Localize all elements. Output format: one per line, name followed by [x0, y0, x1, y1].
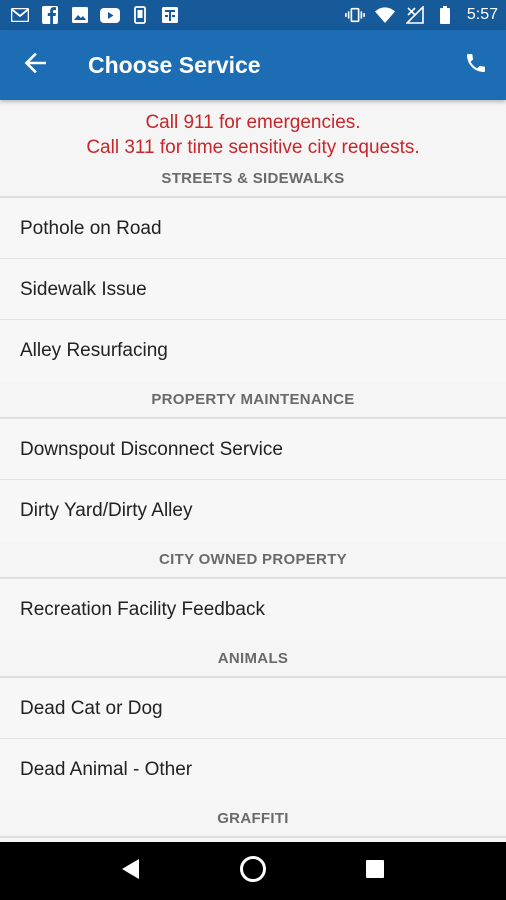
notification-icons	[10, 5, 180, 25]
back-triangle-icon	[121, 858, 141, 885]
section-header-graffiti: GRAFFITI	[0, 800, 506, 838]
phone-icon	[464, 51, 488, 80]
notice-line-911: Call 911 for emergencies.	[145, 112, 361, 133]
call-button[interactable]	[446, 30, 506, 100]
list-item-downspout-disconnect[interactable]: Downspout Disconnect Service	[0, 419, 506, 480]
section-header-animals: ANIMALS	[0, 640, 506, 678]
list-item-dirty-yard-alley[interactable]: Dirty Yard/Dirty Alley	[0, 480, 506, 541]
recents-square-icon	[365, 859, 385, 884]
section-header-streets-sidewalks: STREETS & SIDEWALKS	[0, 160, 506, 198]
status-bar: 5:57	[0, 0, 506, 30]
system-icons: 5:57	[344, 5, 498, 25]
no-signal-icon	[405, 5, 425, 25]
screen: 5:57 Choose Service Call 911 for emergen…	[0, 0, 506, 900]
nav-back-button[interactable]	[106, 846, 156, 896]
list-item-alley-resurfacing[interactable]: Alley Resurfacing	[0, 320, 506, 381]
home-circle-icon	[239, 855, 267, 888]
arrow-back-icon	[24, 52, 47, 78]
navigation-bar	[0, 842, 506, 900]
wifi-icon	[374, 5, 395, 25]
section-header-property-maintenance: PROPERTY MAINTENANCE	[0, 381, 506, 419]
battery-icon	[435, 5, 455, 25]
list-item-dead-animal-other[interactable]: Dead Animal - Other	[0, 739, 506, 800]
app-bar: Choose Service	[0, 30, 506, 100]
nav-recents-button[interactable]	[350, 846, 400, 896]
page-title: Choose Service	[88, 51, 261, 78]
facebook-icon	[40, 5, 60, 25]
list-item-recreation-facility-feedback[interactable]: Recreation Facility Feedback	[0, 579, 506, 640]
youtube-icon	[100, 5, 120, 25]
gmail-icon	[10, 5, 30, 25]
status-time: 5:57	[466, 6, 498, 23]
news-icon	[160, 5, 180, 25]
photo-icon	[70, 5, 90, 25]
emergency-notice: Call 911 for emergencies. Call 311 for t…	[0, 100, 506, 160]
back-button[interactable]	[0, 30, 70, 100]
list-item-dead-cat-or-dog[interactable]: Dead Cat or Dog	[0, 678, 506, 739]
list-item-pothole-on-road[interactable]: Pothole on Road	[0, 198, 506, 259]
notice-line-311: Call 311 for time sensitive city request…	[86, 137, 420, 158]
vibrate-icon	[344, 5, 365, 25]
device-icon	[130, 5, 150, 25]
section-header-city-owned-property: CITY OWNED PROPERTY	[0, 541, 506, 579]
service-list: Call 911 for emergencies. Call 311 for t…	[0, 100, 506, 842]
list-item-sidewalk-issue[interactable]: Sidewalk Issue	[0, 259, 506, 320]
nav-home-button[interactable]	[228, 846, 278, 896]
